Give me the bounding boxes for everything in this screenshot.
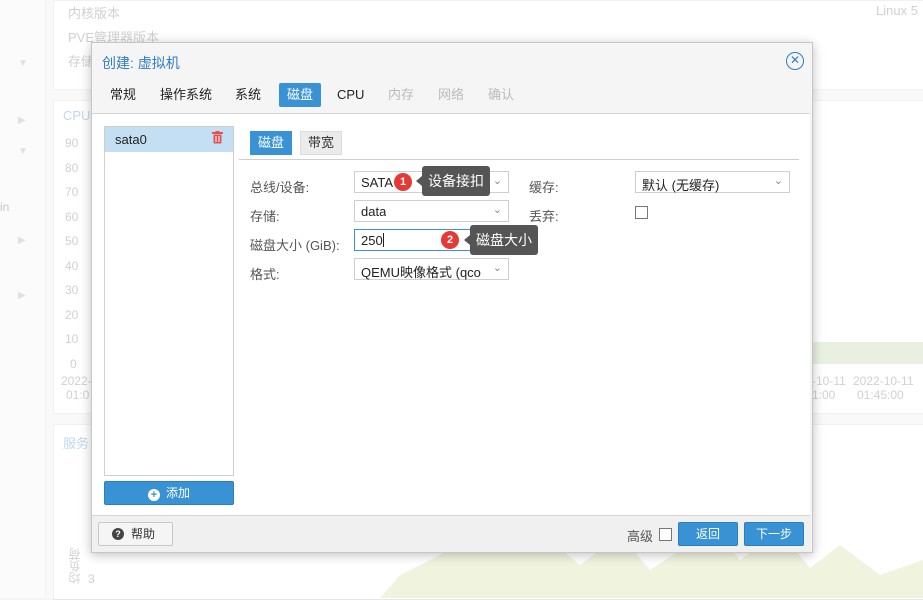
cache-label: 缓存: bbox=[529, 180, 559, 195]
annotation-tooltip-2: 磁盘大小 bbox=[464, 225, 538, 255]
help-icon: ? bbox=[112, 528, 124, 540]
advanced-label: 高级 bbox=[627, 529, 654, 544]
add-disk-button[interactable]: + 添加 bbox=[104, 481, 234, 505]
next-button[interactable]: 下一步 bbox=[744, 522, 804, 546]
dialog-header: 创建: 虚拟机 ✕ bbox=[92, 43, 812, 79]
tab-system[interactable]: 系统 bbox=[227, 83, 269, 107]
discard-label: 丢弃: bbox=[529, 209, 559, 224]
discard-checkbox[interactable] bbox=[635, 206, 648, 219]
cache-value: 默认 (无缓存) bbox=[642, 178, 720, 193]
disk-size-value: 250 bbox=[361, 233, 383, 248]
annotation-badge-2: 2 bbox=[441, 231, 459, 249]
help-button-label: 帮助 bbox=[131, 527, 156, 541]
bus-device-label: 总线/设备: bbox=[250, 180, 310, 195]
advanced-checkbox[interactable] bbox=[659, 528, 672, 541]
list-item[interactable]: sata0 bbox=[105, 127, 233, 152]
cache-select[interactable]: 默认 (无缓存) ⌄ bbox=[635, 171, 790, 193]
tab-cpu[interactable]: CPU bbox=[329, 83, 372, 107]
bus-device-value: SATA bbox=[361, 175, 394, 190]
annotation-tooltip-1: 设备接扣 bbox=[416, 166, 490, 196]
format-select[interactable]: QEMU映像格式 (qco ⌄ bbox=[354, 258, 509, 280]
format-label: 格式: bbox=[250, 267, 280, 282]
chevron-down-icon: ⌄ bbox=[492, 204, 502, 216]
tab-os[interactable]: 操作系统 bbox=[152, 83, 220, 107]
chevron-down-icon: ⌄ bbox=[492, 175, 502, 187]
tab-confirm: 确认 bbox=[488, 87, 515, 102]
back-button[interactable]: 返回 bbox=[678, 522, 738, 546]
close-icon[interactable]: ✕ bbox=[786, 52, 804, 70]
subtab-bandwidth[interactable]: 带宽 bbox=[300, 131, 343, 155]
tab-disk[interactable]: 磁盘 bbox=[279, 83, 322, 107]
chevron-down-icon: ⌄ bbox=[773, 175, 783, 187]
storage-select[interactable]: data ⌄ bbox=[354, 200, 509, 222]
disk-size-label: 磁盘大小 (GiB): bbox=[250, 238, 340, 253]
dialog-title: 创建: 虚拟机 bbox=[102, 55, 180, 71]
chevron-down-icon: ⌄ bbox=[492, 262, 502, 274]
storage-value: data bbox=[361, 204, 387, 219]
add-button-label: 添加 bbox=[165, 486, 190, 500]
tab-memory: 内存 bbox=[388, 87, 415, 102]
plus-circle-icon: + bbox=[147, 489, 160, 501]
disk-list: sata0 bbox=[104, 126, 234, 476]
subtab-disk[interactable]: 磁盘 bbox=[250, 131, 293, 155]
annotation-badge-1: 1 bbox=[394, 173, 412, 191]
tab-network: 网络 bbox=[438, 87, 465, 102]
dialog-body: sata0 + 添加 磁盘 带宽 总线/设备: SATA ⌄ 存储: data ⌄… bbox=[92, 113, 810, 515]
storage-field-label: 存储: bbox=[250, 209, 280, 224]
dialog-footer: ? 帮助 高级 返回 下一步 bbox=[92, 515, 810, 552]
help-button[interactable]: ? 帮助 bbox=[98, 522, 173, 546]
disk-item-label: sata0 bbox=[115, 132, 147, 147]
text-cursor bbox=[383, 233, 384, 247]
subtab-divider bbox=[239, 159, 799, 160]
format-value: QEMU映像格式 (qco bbox=[361, 265, 481, 280]
create-vm-dialog: 创建: 虚拟机 ✕ 常规 操作系统 系统 磁盘 CPU 内存 网络 确认 sat… bbox=[91, 42, 813, 553]
trash-icon[interactable] bbox=[212, 131, 223, 147]
tab-general[interactable]: 常规 bbox=[102, 83, 144, 107]
